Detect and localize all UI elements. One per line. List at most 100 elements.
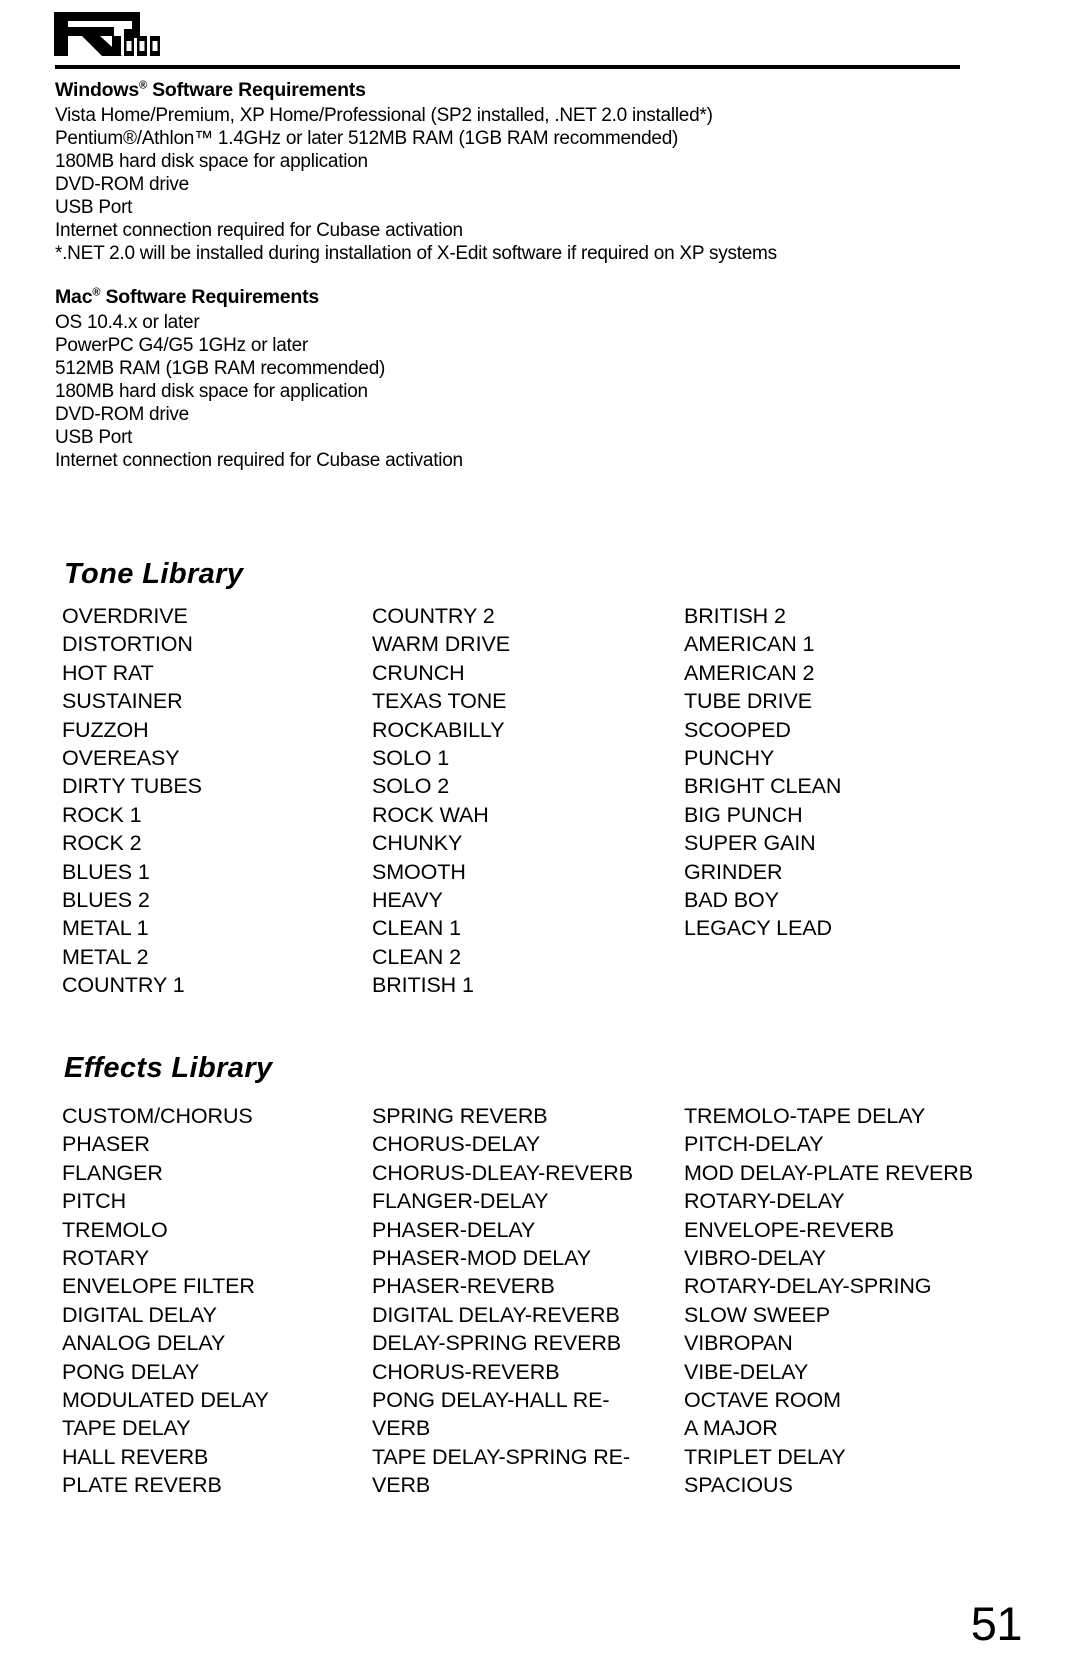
list-item: A MAJOR xyxy=(684,1416,778,1441)
list-item: PUNCHY xyxy=(684,746,775,771)
effects-library-column-1: CUSTOM/CHORUS PHASER FLANGER PITCH TREMO… xyxy=(62,1102,372,1500)
list-item: PITCH-DELAY xyxy=(684,1132,824,1157)
requirement-line: 180MB hard disk space for application xyxy=(55,151,368,172)
list-item: SMOOTH xyxy=(372,859,466,884)
mac-requirements-heading: Mac® Software Requirements xyxy=(55,285,955,309)
list-item: CHUNKY xyxy=(372,831,463,856)
list-item: CHORUS-DELAY xyxy=(372,1132,541,1157)
requirement-line: 512MB RAM (1GB RAM recommended) xyxy=(55,358,386,379)
list-item: BLUES 1 xyxy=(62,859,150,884)
list-item: BRIGHT CLEAN xyxy=(684,774,842,799)
list-item: PHASER-REVERB xyxy=(372,1274,555,1299)
tone-library-column-1: OVERDRIVE DISTORTION HOT RAT SUSTAINER F… xyxy=(62,602,372,1000)
list-item: ROCK WAH xyxy=(372,802,489,827)
list-item: DIGITAL DELAY-REVERB xyxy=(372,1302,620,1327)
list-item: BAD BOY xyxy=(684,888,779,913)
list-item: PHASER-MOD DELAY xyxy=(372,1246,592,1271)
list-item: SPRING REVERB xyxy=(372,1104,548,1128)
requirement-line: Vista Home/Premium, XP Home/Professional… xyxy=(55,105,713,126)
list-item: OVEREASY xyxy=(62,746,180,771)
list-item: SOLO 1 xyxy=(372,746,450,771)
mac-requirements-block: Mac® Software Requirements OS 10.4.x or … xyxy=(55,285,955,472)
list-item: TREMOLO-TAPE DELAY xyxy=(684,1104,926,1128)
requirement-line: Internet connection required for Cubase … xyxy=(55,220,463,241)
list-item: PONG DELAY xyxy=(62,1359,200,1384)
requirement-line: OS 10.4.x or later xyxy=(55,312,200,333)
list-item: SPACIOUS xyxy=(684,1473,793,1498)
list-item: OCTAVE ROOM xyxy=(684,1388,841,1413)
requirement-line: Internet connection required for Cubase … xyxy=(55,450,463,471)
mac-heading-rest: Software Requirements xyxy=(100,286,320,308)
list-item: CRUNCH xyxy=(372,660,465,685)
list-item: SCOOPED xyxy=(684,717,791,742)
list-item: BRITISH 2 xyxy=(684,604,786,628)
tone-library-columns: OVERDRIVE DISTORTION HOT RAT SUSTAINER F… xyxy=(62,602,1022,1000)
list-item: MODULATED DELAY xyxy=(62,1388,269,1413)
requirement-line: USB Port xyxy=(55,427,133,448)
list-item: ROCK 1 xyxy=(62,802,142,827)
list-item: FUZZOH xyxy=(62,717,149,742)
list-item: AMERICAN 2 xyxy=(684,660,815,685)
list-item: TAPE DELAY xyxy=(62,1416,191,1441)
list-item: CLEAN 2 xyxy=(372,944,461,969)
list-item: CUSTOM/CHORUS xyxy=(62,1104,253,1128)
tone-library-column-3: BRITISH 2 AMERICAN 1 AMERICAN 2 TUBE DRI… xyxy=(684,602,1014,1000)
requirement-line: PowerPC G4/G5 1GHz or later xyxy=(55,335,309,356)
list-item: GRINDER xyxy=(684,859,783,884)
list-item-continuation: VERB xyxy=(372,1416,431,1441)
list-item: PLATE REVERB xyxy=(62,1473,222,1498)
list-item: TRIPLET DELAY xyxy=(684,1444,846,1469)
list-item: SUSTAINER xyxy=(62,689,183,714)
effects-library-title: Effects Library xyxy=(64,1052,273,1084)
windows-requirements-block: Windows® Software Requirements Vista Hom… xyxy=(55,78,955,265)
requirement-footnote: *.NET 2.0 will be installed during insta… xyxy=(55,243,777,264)
list-item: WARM DRIVE xyxy=(372,632,510,657)
list-item: PHASER-DELAY xyxy=(372,1217,536,1242)
list-item: SOLO 2 xyxy=(372,774,450,799)
list-item: PITCH xyxy=(62,1189,127,1214)
windows-requirements-heading: Windows® Software Requirements xyxy=(55,78,955,102)
list-item: BRITISH 1 xyxy=(372,973,474,998)
list-item: DIGITAL DELAY xyxy=(62,1302,217,1327)
list-item: DELAY-SPRING REVERB xyxy=(372,1331,622,1356)
list-item: BLUES 2 xyxy=(62,888,150,913)
mac-heading-word: Mac xyxy=(55,286,93,308)
list-item: VIBRO-DELAY xyxy=(684,1246,826,1271)
list-item: SUPER GAIN xyxy=(684,831,816,856)
tone-library-title: Tone Library xyxy=(64,558,244,590)
list-item: VIBE-DELAY xyxy=(684,1359,809,1384)
list-item: OVERDRIVE xyxy=(62,604,188,628)
manual-page: Windows® Software Requirements Vista Hom… xyxy=(0,0,1080,1669)
requirement-line: USB Port xyxy=(55,197,133,218)
list-item: DISTORTION xyxy=(62,632,193,657)
list-item: ROTARY-DELAY xyxy=(684,1189,845,1214)
effects-library-column-2: SPRING REVERB CHORUS-DELAY CHORUS-DLEAY-… xyxy=(372,1102,684,1500)
list-item: HEAVY xyxy=(372,888,443,913)
list-item: HOT RAT xyxy=(62,660,154,685)
list-item: TREMOLO xyxy=(62,1217,168,1242)
list-item: ENVELOPE FILTER xyxy=(62,1274,255,1299)
list-item: METAL 1 xyxy=(62,916,149,941)
list-item: ANALOG DELAY xyxy=(62,1331,226,1356)
list-item: BIG PUNCH xyxy=(684,802,803,827)
effects-library-column-3: TREMOLO-TAPE DELAY PITCH-DELAY MOD DELAY… xyxy=(684,1102,1034,1500)
effects-library-columns: CUSTOM/CHORUS PHASER FLANGER PITCH TREMO… xyxy=(62,1102,1052,1500)
list-item: COUNTRY 1 xyxy=(62,973,185,998)
tone-library-column-2: COUNTRY 2 WARM DRIVE CRUNCH TEXAS TONE R… xyxy=(372,602,684,1000)
requirement-line: Pentium®/Athlon™ 1.4GHz or later 512MB R… xyxy=(55,128,679,149)
list-item: CHORUS-REVERB xyxy=(372,1359,560,1384)
windows-heading-word: Windows xyxy=(55,79,139,101)
list-item: SLOW SWEEP xyxy=(684,1302,830,1327)
list-item: ROTARY-DELAY-SPRING xyxy=(684,1274,932,1299)
list-item: ROCKABILLY xyxy=(372,717,505,742)
list-item: HALL REVERB xyxy=(62,1444,209,1469)
windows-heading-rest: Software Requirements xyxy=(146,79,366,101)
list-item: CLEAN 1 xyxy=(372,916,461,941)
list-item-continuation: VERB xyxy=(372,1473,431,1498)
page-number: 51 xyxy=(970,1597,1023,1650)
list-item: COUNTRY 2 xyxy=(372,604,495,628)
list-item: AMERICAN 1 xyxy=(684,632,815,657)
requirement-line: 180MB hard disk space for application xyxy=(55,381,368,402)
requirement-line: DVD-ROM drive xyxy=(55,174,189,195)
list-item: ROTARY xyxy=(62,1246,150,1271)
